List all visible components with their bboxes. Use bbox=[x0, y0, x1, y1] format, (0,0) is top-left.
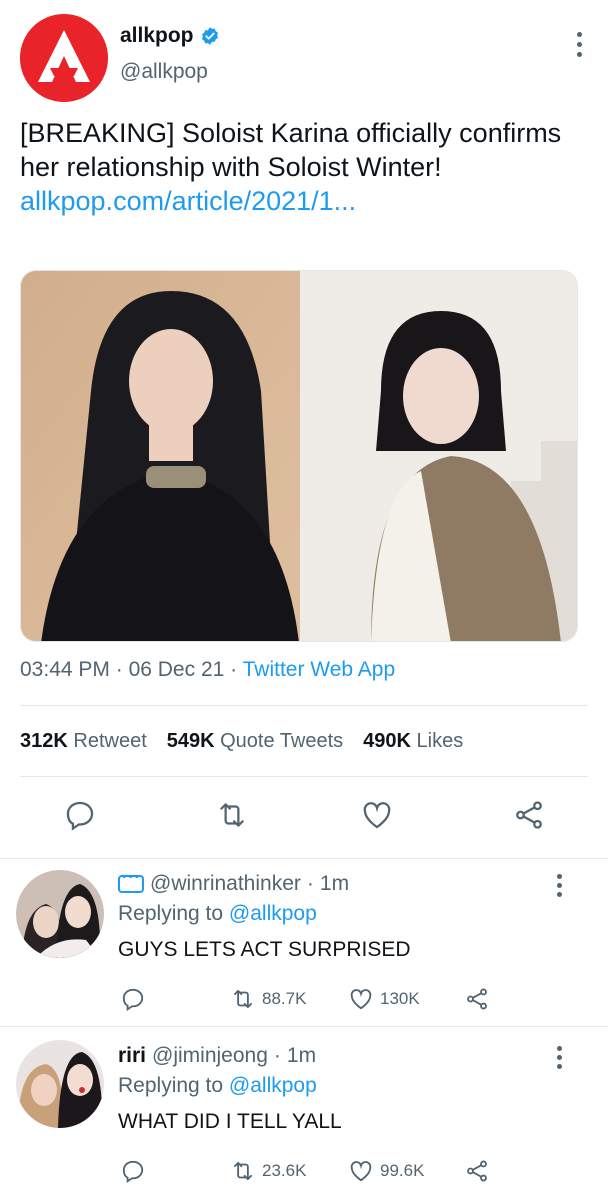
tweet-source[interactable]: Twitter Web App bbox=[243, 658, 396, 681]
replying-to-handle[interactable]: @allkpop bbox=[229, 902, 317, 925]
replying-to-handle[interactable]: @allkpop bbox=[229, 1074, 317, 1097]
like-icon[interactable] bbox=[360, 798, 394, 832]
meta-separator: · bbox=[115, 658, 123, 681]
reply-text: WHAT DID I TELL YALL bbox=[118, 1110, 342, 1133]
retweet-icon bbox=[233, 989, 253, 1009]
like-icon bbox=[350, 1161, 372, 1182]
chat-bubble-icon bbox=[118, 869, 144, 893]
author-display-name[interactable]: allkpop bbox=[120, 24, 220, 48]
reply-time[interactable]: 1m bbox=[287, 1044, 316, 1068]
allkpop-logo bbox=[20, 14, 108, 102]
share-icon[interactable] bbox=[464, 1158, 490, 1184]
more-icon[interactable] bbox=[556, 1046, 564, 1072]
tweet-date[interactable]: 06 Dec 21 bbox=[129, 658, 225, 681]
more-icon[interactable] bbox=[556, 874, 564, 900]
reply-header: riri @jiminjeong · 1m bbox=[118, 1044, 316, 1068]
divider bbox=[20, 705, 588, 706]
tweet-actions bbox=[20, 798, 588, 838]
reply-icon[interactable] bbox=[120, 986, 146, 1012]
author-handle[interactable]: @allkpop bbox=[120, 60, 208, 84]
reply-like-count: 130K bbox=[380, 989, 420, 1008]
reply-name[interactable]: riri bbox=[118, 1044, 146, 1068]
tweet-stats: 312K Retweet 549K Quote Tweets 490K Like… bbox=[20, 730, 463, 753]
replying-to: Replying to @allkpop bbox=[118, 902, 317, 926]
reply-text: GUYS LETS ACT SURPRISED bbox=[118, 938, 411, 961]
replying-to: Replying to @allkpop bbox=[118, 1074, 317, 1098]
tweet-body: [BREAKING] Soloist Karina officially con… bbox=[20, 116, 580, 218]
reply-avatar[interactable] bbox=[16, 1040, 104, 1128]
tweet-time[interactable]: 03:44 PM bbox=[20, 658, 110, 681]
reply-separator: · bbox=[306, 872, 314, 895]
like-button[interactable]: 99.6K bbox=[348, 1158, 424, 1184]
author-avatar[interactable] bbox=[20, 14, 108, 102]
divider bbox=[20, 776, 588, 777]
media-photo-right[interactable] bbox=[300, 271, 578, 642]
quote-count[interactable]: 549K Quote Tweets bbox=[167, 730, 343, 753]
media-photo-left[interactable] bbox=[21, 271, 300, 642]
tweet-header: allkpop @allkpop bbox=[20, 14, 588, 104]
verified-icon bbox=[201, 27, 218, 45]
reply-separator: · bbox=[273, 1044, 281, 1067]
author-name-text[interactable]: allkpop bbox=[120, 24, 194, 48]
replying-label: Replying to bbox=[118, 1074, 224, 1097]
meta-separator: · bbox=[230, 658, 238, 681]
retweet-count[interactable]: 312K Retweet bbox=[20, 730, 147, 753]
reply-retweet-count: 23.6K bbox=[262, 1161, 307, 1180]
retweet-icon[interactable] bbox=[215, 798, 249, 832]
more-icon[interactable] bbox=[576, 32, 584, 60]
tweet-text: [BREAKING] Soloist Karina officially con… bbox=[20, 118, 562, 182]
share-icon[interactable] bbox=[512, 798, 546, 832]
reply-avatar[interactable] bbox=[16, 870, 104, 958]
tweet-meta: 03:44 PM · 06 Dec 21 · Twitter Web App bbox=[20, 658, 395, 682]
reply-item[interactable]: riri @jiminjeong · 1m Replying to @allkp… bbox=[0, 1026, 608, 1200]
retweet-icon bbox=[233, 1161, 253, 1181]
reply-time[interactable]: 1m bbox=[320, 872, 349, 896]
reply-item[interactable]: @winrinathinker · 1m Replying to @allkpo… bbox=[0, 858, 608, 1026]
like-count[interactable]: 490K Likes bbox=[363, 730, 463, 753]
tweet-media[interactable] bbox=[20, 270, 578, 642]
share-icon[interactable] bbox=[464, 986, 490, 1012]
reply-handle[interactable]: @winrinathinker bbox=[150, 872, 301, 896]
reply-icon[interactable] bbox=[120, 1158, 146, 1184]
reply-like-count: 99.6K bbox=[380, 1161, 425, 1180]
reply-header: @winrinathinker · 1m bbox=[118, 869, 349, 896]
replying-label: Replying to bbox=[118, 902, 224, 925]
like-icon bbox=[350, 989, 372, 1010]
reply-handle[interactable]: @jiminjeong bbox=[152, 1044, 268, 1068]
like-button[interactable]: 130K bbox=[348, 986, 420, 1012]
tweet-link[interactable]: allkpop.com/article/2021/1... bbox=[20, 184, 580, 218]
retweet-button[interactable]: 23.6K bbox=[230, 1158, 306, 1184]
reply-retweet-count: 88.7K bbox=[262, 989, 307, 1008]
reply-icon[interactable] bbox=[63, 798, 97, 832]
retweet-button[interactable]: 88.7K bbox=[230, 986, 306, 1012]
